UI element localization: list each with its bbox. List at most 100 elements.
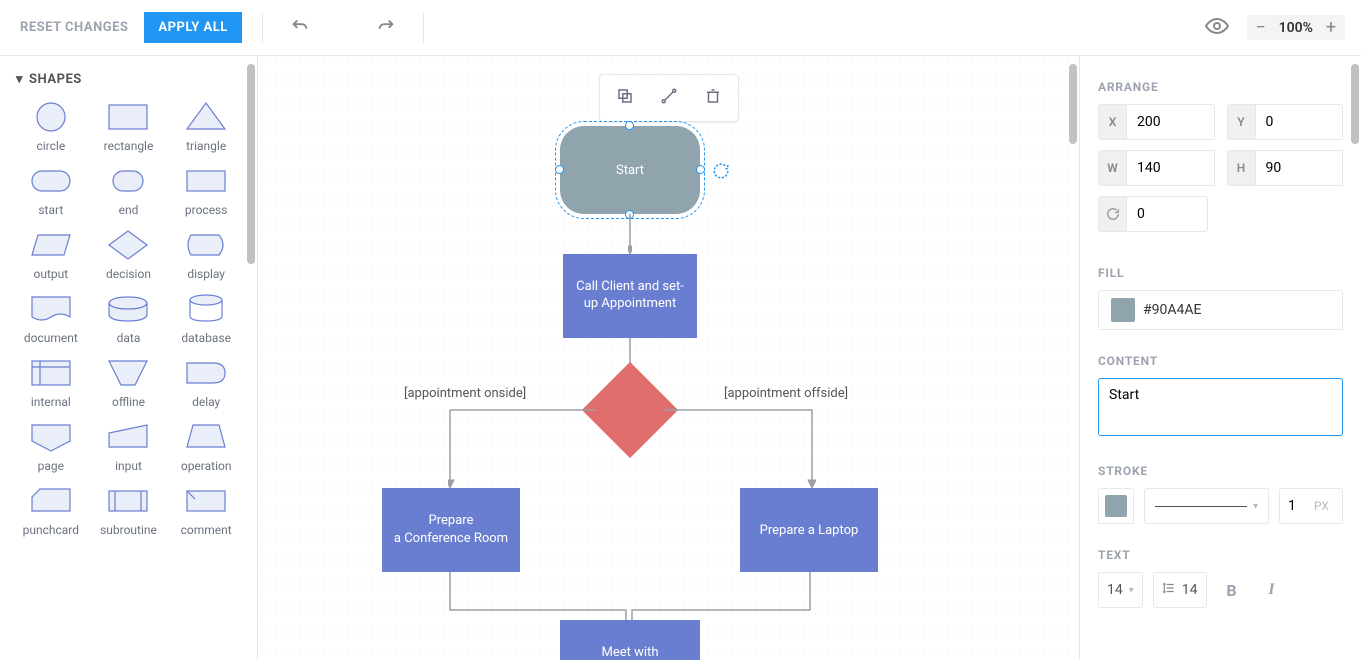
shape-label: data	[117, 331, 141, 345]
italic-button[interactable]: I	[1257, 572, 1287, 608]
chevron-down-icon: ▾	[1253, 501, 1258, 512]
copy-button[interactable]	[610, 81, 640, 115]
w-input[interactable]	[1127, 160, 1214, 176]
node-meet-client[interactable]: Meet with the Client	[560, 620, 700, 660]
edge[interactable]	[628, 214, 632, 254]
stroke-heading: STROKE	[1098, 464, 1343, 478]
shape-punchcard[interactable]: punchcard	[14, 481, 88, 539]
shapes-heading[interactable]: ▾ SHAPES	[0, 56, 257, 97]
delete-button[interactable]	[698, 81, 728, 115]
bold-button[interactable]: B	[1217, 572, 1247, 608]
scrollbar[interactable]	[1351, 64, 1359, 144]
shape-operation[interactable]: operation	[169, 417, 243, 475]
shape-label: triangle	[186, 139, 226, 153]
properties-panel: ARRANGE X Y W H FILL #90A4AE CONTENT STR…	[1079, 56, 1361, 660]
rotate-icon	[1099, 197, 1127, 231]
shape-data[interactable]: data	[92, 289, 166, 347]
preview-button[interactable]	[1199, 8, 1235, 48]
trash-icon	[704, 87, 722, 109]
shape-database[interactable]: database	[169, 289, 243, 347]
output-icon	[26, 227, 76, 263]
edge[interactable]	[448, 408, 598, 488]
arrange-heading: ARRANGE	[1098, 80, 1343, 94]
stroke-width-field[interactable]: PX	[1279, 488, 1343, 524]
shape-label: start	[38, 203, 63, 217]
line-height-field[interactable]: 14	[1153, 572, 1207, 608]
shape-triangle[interactable]: triangle	[169, 97, 243, 155]
angle-field[interactable]	[1098, 196, 1208, 232]
resize-handle[interactable]	[625, 121, 634, 130]
triangle-icon	[181, 99, 231, 135]
apply-all-button[interactable]: APPLY ALL	[144, 12, 241, 43]
node-call-client[interactable]: Call Client and set-up Appointment	[563, 254, 697, 338]
fill-heading: FILL	[1098, 266, 1343, 280]
angle-input[interactable]	[1127, 206, 1207, 222]
connector-icon	[660, 87, 678, 109]
zoom-out-button[interactable]: −	[1251, 17, 1271, 38]
y-input[interactable]	[1256, 114, 1343, 130]
zoom-in-button[interactable]: +	[1321, 17, 1341, 38]
x-input[interactable]	[1127, 114, 1214, 130]
shape-delay[interactable]: delay	[169, 353, 243, 411]
h-field[interactable]: H	[1227, 150, 1344, 186]
shape-rectangle[interactable]: rectangle	[92, 97, 166, 155]
fill-value: #90A4AE	[1143, 302, 1201, 318]
font-size-select[interactable]: 14▾	[1098, 572, 1143, 608]
node-conference-room[interactable]: Prepare a Conference Room	[382, 488, 520, 572]
h-input[interactable]	[1256, 160, 1343, 176]
shape-start[interactable]: start	[14, 161, 88, 219]
database-icon	[181, 291, 231, 327]
node-start[interactable]: Start	[560, 126, 700, 214]
shape-internal[interactable]: internal	[14, 353, 88, 411]
shape-label: comment	[181, 523, 232, 537]
y-field[interactable]: Y	[1227, 104, 1344, 140]
content-heading: CONTENT	[1098, 354, 1343, 368]
resize-handle[interactable]	[696, 165, 705, 174]
copy-icon	[616, 87, 634, 109]
edge[interactable]	[662, 408, 816, 488]
scrollbar[interactable]	[247, 64, 255, 264]
x-field[interactable]: X	[1098, 104, 1215, 140]
shape-process[interactable]: process	[169, 161, 243, 219]
shape-document[interactable]: document	[14, 289, 88, 347]
zoom-level: 100%	[1279, 20, 1313, 36]
w-field[interactable]: W	[1098, 150, 1215, 186]
reset-changes-button[interactable]: RESET CHANGES	[16, 12, 132, 43]
document-icon	[26, 291, 76, 327]
redo-button[interactable]	[369, 9, 403, 47]
fill-color-field[interactable]: #90A4AE	[1098, 290, 1343, 330]
stroke-color-button[interactable]	[1098, 488, 1134, 524]
shape-subroutine[interactable]: subroutine	[92, 481, 166, 539]
canvas[interactable]: Start Call Client and set-up Appointment…	[258, 56, 1079, 660]
shape-circle[interactable]: circle	[14, 97, 88, 155]
line-height-icon	[1162, 581, 1176, 599]
shape-display[interactable]: display	[169, 225, 243, 283]
rectangle-icon	[103, 99, 153, 135]
shape-end[interactable]: end	[92, 161, 166, 219]
shape-input[interactable]: input	[92, 417, 166, 475]
top-toolbar: RESET CHANGES APPLY ALL − 100% +	[0, 0, 1361, 56]
connect-button[interactable]	[654, 81, 684, 115]
shape-page[interactable]: page	[14, 417, 88, 475]
shape-label: display	[187, 267, 225, 281]
rotate-icon[interactable]	[712, 162, 730, 184]
shape-label: process	[185, 203, 228, 217]
node-laptop[interactable]: Prepare a Laptop	[740, 488, 878, 572]
zoom-control: − 100% +	[1247, 15, 1345, 40]
shape-output[interactable]: output	[14, 225, 88, 283]
shape-label: output	[33, 267, 68, 281]
shape-offline[interactable]: offline	[92, 353, 166, 411]
node-label: Meet with the Client	[602, 645, 659, 660]
resize-handle[interactable]	[555, 165, 564, 174]
stroke-width-input[interactable]	[1288, 498, 1312, 514]
shape-label: operation	[181, 459, 232, 473]
shape-label: internal	[31, 395, 71, 409]
content-textarea[interactable]	[1098, 378, 1343, 436]
stroke-style-select[interactable]: ▾	[1144, 488, 1269, 524]
shape-comment[interactable]: comment	[169, 481, 243, 539]
chevron-down-icon: ▾	[16, 72, 23, 87]
shape-decision[interactable]: decision	[92, 225, 166, 283]
scrollbar[interactable]	[1069, 64, 1077, 144]
undo-button[interactable]	[283, 9, 317, 47]
shape-label: punchcard	[23, 523, 79, 537]
